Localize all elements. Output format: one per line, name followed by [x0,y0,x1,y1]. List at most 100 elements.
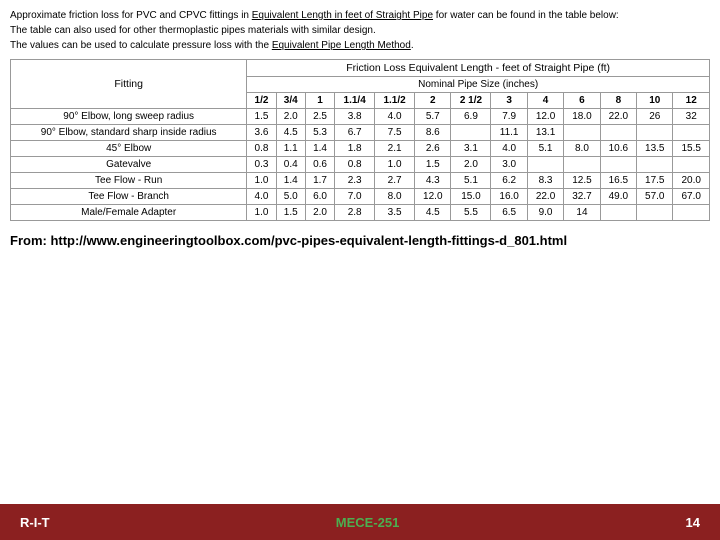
table-cell: 8.0 [564,141,600,157]
header-row-1: Fitting Friction Loss Equivalent Length … [11,60,710,77]
table-row: 90° Elbow, standard sharp inside radius3… [11,125,710,141]
table-cell [600,125,636,141]
table-cell: 13.1 [527,125,563,141]
table-cell: 32.7 [564,189,600,205]
link1[interactable]: Equivalent Length in feet of Straight Pi… [252,10,433,21]
table-cell: 2.1 [375,141,415,157]
table-row: Tee Flow - Run1.01.41.72.32.74.35.16.28.… [11,173,710,189]
table-cell: 1.0 [247,173,276,189]
table-cell: 1.7 [305,173,334,189]
col-header: 10 [637,93,673,109]
fitting-name: Gatevalve [11,157,247,173]
table-row: 90° Elbow, long sweep radius1.52.02.53.8… [11,109,710,125]
table-cell: 1.8 [335,141,375,157]
table-cell: 6.0 [305,189,334,205]
col-header: 2 [415,93,451,109]
table-cell: 1.4 [276,173,305,189]
table-cell: 6.9 [451,109,491,125]
col-header: 2 1/2 [451,93,491,109]
table-cell: 0.3 [247,157,276,173]
table-cell: 2.0 [305,205,334,221]
table-cell: 15.0 [451,189,491,205]
table-cell [564,125,600,141]
table-row: Gatevalve0.30.40.60.81.01.52.03.0 [11,157,710,173]
table-cell [673,205,710,221]
col-header: 1.1/2 [375,93,415,109]
table-cell: 12.0 [415,189,451,205]
table-cell: 4.0 [247,189,276,205]
table-row: Male/Female Adapter1.01.52.02.83.54.55.5… [11,205,710,221]
table-cell: 3.8 [335,109,375,125]
table-cell: 8.3 [527,173,563,189]
table-cell: 16.0 [491,189,527,205]
table-cell [637,125,673,141]
table-cell: 16.5 [600,173,636,189]
table-cell: 0.6 [305,157,334,173]
table-cell: 2.8 [335,205,375,221]
main-header: Friction Loss Equivalent Length - feet o… [247,60,710,77]
table-cell: 10.6 [600,141,636,157]
table-cell: 26 [637,109,673,125]
table-cell [600,157,636,173]
table-cell: 67.0 [673,189,710,205]
footer-center: MECE-251 [336,515,400,530]
col-header: 1.1/4 [335,93,375,109]
table-cell: 13.5 [637,141,673,157]
table-cell: 8.6 [415,125,451,141]
friction-table-container: Fitting Friction Loss Equivalent Length … [0,59,720,221]
table-cell: 5.0 [276,189,305,205]
table-cell [600,205,636,221]
col-header: 3 [491,93,527,109]
nominal-pipe-header: Nominal Pipe Size (inches) [247,77,710,93]
table-cell: 6.2 [491,173,527,189]
table-cell [637,157,673,173]
table-cell [673,125,710,141]
table-cell: 14 [564,205,600,221]
fitting-name: Tee Flow - Run [11,173,247,189]
table-cell: 18.0 [564,109,600,125]
table-cell: 0.8 [247,141,276,157]
fitting-name: Tee Flow - Branch [11,189,247,205]
link2[interactable]: Equivalent Pipe Length Method [272,40,411,51]
table-cell: 6.7 [335,125,375,141]
col-header: 1 [305,93,334,109]
table-cell: 7.5 [375,125,415,141]
table-cell [451,125,491,141]
fitting-name: 45° Elbow [11,141,247,157]
table-row: Tee Flow - Branch4.05.06.07.08.012.015.0… [11,189,710,205]
col-header: 6 [564,93,600,109]
table-cell: 3.1 [451,141,491,157]
table-row: 45° Elbow0.81.11.41.82.12.63.14.05.18.01… [11,141,710,157]
table-cell [637,205,673,221]
table-cell: 0.8 [335,157,375,173]
table-cell: 17.5 [637,173,673,189]
fitting-header: Fitting [11,60,247,109]
table-cell: 2.0 [276,109,305,125]
from-link[interactable]: From: http://www.engineeringtoolbox.com/… [0,221,720,256]
table-cell [564,157,600,173]
table-cell: 4.5 [415,205,451,221]
col-header: 8 [600,93,636,109]
table-cell: 5.1 [527,141,563,157]
friction-table: Fitting Friction Loss Equivalent Length … [10,59,710,221]
table-cell: 7.0 [335,189,375,205]
table-cell: 32 [673,109,710,125]
table-cell: 1.0 [375,157,415,173]
table-cell: 12.5 [564,173,600,189]
fitting-name: 90° Elbow, standard sharp inside radius [11,125,247,141]
table-cell: 57.0 [637,189,673,205]
table-cell: 3.6 [247,125,276,141]
table-cell: 2.3 [335,173,375,189]
fitting-name: 90° Elbow, long sweep radius [11,109,247,125]
fitting-name: Male/Female Adapter [11,205,247,221]
table-cell: 1.5 [415,157,451,173]
table-cell: 9.0 [527,205,563,221]
table-cell: 4.0 [375,109,415,125]
table-cell: 5.5 [451,205,491,221]
col-header: 12 [673,93,710,109]
table-cell: 1.5 [247,109,276,125]
table-cell: 0.4 [276,157,305,173]
table-cell [673,157,710,173]
footer-left: R-I-T [20,515,50,530]
table-cell: 1.5 [276,205,305,221]
